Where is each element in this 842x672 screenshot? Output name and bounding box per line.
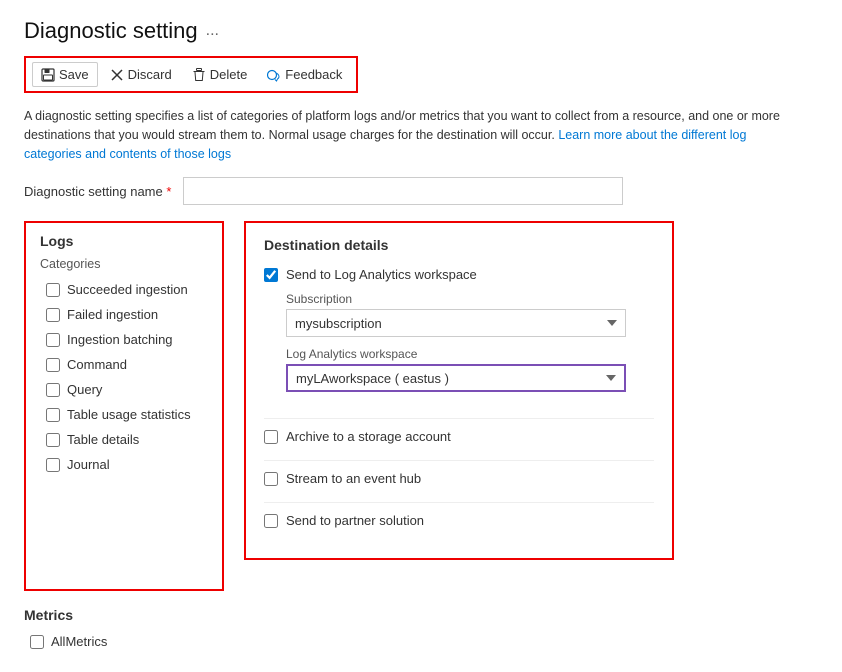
page-header: Diagnostic setting ... <box>24 18 818 44</box>
log-analytics-sub: Subscription mysubscription Log Analytic… <box>264 292 654 402</box>
table-usage-statistics-label: Table usage statistics <box>67 407 191 422</box>
storage-account-row: Archive to a storage account <box>264 429 654 444</box>
divider-3 <box>264 502 654 503</box>
workspace-label: Log Analytics workspace <box>286 347 654 361</box>
description-text: A diagnostic setting specifies a list of… <box>24 107 804 163</box>
toolbar: Save Discard Delete Feedback <box>24 56 358 93</box>
storage-account-label: Archive to a storage account <box>286 429 451 444</box>
table-usage-statistics-checkbox[interactable] <box>46 408 60 422</box>
ingestion-batching-label: Ingestion batching <box>67 332 173 347</box>
storage-account-section: Archive to a storage account <box>264 429 654 444</box>
list-item: Table usage statistics <box>40 402 208 427</box>
destination-panel: Destination details Send to Log Analytic… <box>244 221 674 560</box>
delete-label: Delete <box>210 67 248 82</box>
save-button[interactable]: Save <box>32 62 98 87</box>
required-star: * <box>166 184 171 199</box>
setting-name-label: Diagnostic setting name * <box>24 184 171 199</box>
ellipsis-menu[interactable]: ... <box>206 22 219 40</box>
divider-2 <box>264 460 654 461</box>
save-icon <box>41 68 55 82</box>
list-item: AllMetrics <box>24 629 224 654</box>
command-checkbox[interactable] <box>46 358 60 372</box>
divider-1 <box>264 418 654 419</box>
event-hub-section: Stream to an event hub <box>264 471 654 486</box>
list-item: Command <box>40 352 208 377</box>
subscription-select[interactable]: mysubscription <box>286 309 626 337</box>
succeeded-ingestion-checkbox[interactable] <box>46 283 60 297</box>
list-item: Succeeded ingestion <box>40 277 208 302</box>
workspace-select[interactable]: myLAworkspace ( eastus ) <box>286 364 626 392</box>
partner-solution-section: Send to partner solution <box>264 513 654 528</box>
logs-panel: Logs Categories Succeeded ingestion Fail… <box>24 221 224 591</box>
setting-name-row: Diagnostic setting name * <box>24 177 818 205</box>
succeeded-ingestion-label: Succeeded ingestion <box>67 282 188 297</box>
partner-solution-checkbox[interactable] <box>264 514 278 528</box>
subscription-label: Subscription <box>286 292 654 306</box>
list-item: Failed ingestion <box>40 302 208 327</box>
feedback-icon <box>267 68 281 82</box>
list-item: Query <box>40 377 208 402</box>
metrics-section: Metrics AllMetrics <box>24 607 224 654</box>
storage-account-checkbox[interactable] <box>264 430 278 444</box>
table-details-checkbox[interactable] <box>46 433 60 447</box>
table-details-label: Table details <box>67 432 139 447</box>
metrics-title: Metrics <box>24 607 224 623</box>
journal-label: Journal <box>67 457 110 472</box>
journal-checkbox[interactable] <box>46 458 60 472</box>
delete-button[interactable]: Delete <box>184 63 256 86</box>
failed-ingestion-label: Failed ingestion <box>67 307 158 322</box>
query-checkbox[interactable] <box>46 383 60 397</box>
delete-icon <box>192 68 206 82</box>
feedback-button[interactable]: Feedback <box>259 63 350 86</box>
event-hub-row: Stream to an event hub <box>264 471 654 486</box>
page-title: Diagnostic setting <box>24 18 198 44</box>
log-analytics-checkbox[interactable] <box>264 268 278 282</box>
all-metrics-label: AllMetrics <box>51 634 107 649</box>
partner-solution-label: Send to partner solution <box>286 513 424 528</box>
logs-title: Logs <box>40 233 208 249</box>
log-analytics-section: Send to Log Analytics workspace Subscrip… <box>264 267 654 402</box>
log-analytics-row: Send to Log Analytics workspace <box>264 267 654 282</box>
all-metrics-checkbox[interactable] <box>30 635 44 649</box>
event-hub-checkbox[interactable] <box>264 472 278 486</box>
left-panel: Logs Categories Succeeded ingestion Fail… <box>24 221 224 654</box>
discard-button[interactable]: Discard <box>102 63 180 86</box>
event-hub-label: Stream to an event hub <box>286 471 421 486</box>
main-content: Logs Categories Succeeded ingestion Fail… <box>24 221 818 654</box>
list-item: Table details <box>40 427 208 452</box>
partner-solution-row: Send to partner solution <box>264 513 654 528</box>
command-label: Command <box>67 357 127 372</box>
discard-label: Discard <box>128 67 172 82</box>
ingestion-batching-checkbox[interactable] <box>46 333 60 347</box>
list-item: Ingestion batching <box>40 327 208 352</box>
list-item: Journal <box>40 452 208 477</box>
categories-label: Categories <box>40 257 208 271</box>
save-label: Save <box>59 67 89 82</box>
destination-title: Destination details <box>264 237 654 253</box>
log-analytics-label: Send to Log Analytics workspace <box>286 267 477 282</box>
setting-name-input[interactable] <box>183 177 623 205</box>
feedback-label: Feedback <box>285 67 342 82</box>
discard-icon <box>110 68 124 82</box>
failed-ingestion-checkbox[interactable] <box>46 308 60 322</box>
query-label: Query <box>67 382 102 397</box>
